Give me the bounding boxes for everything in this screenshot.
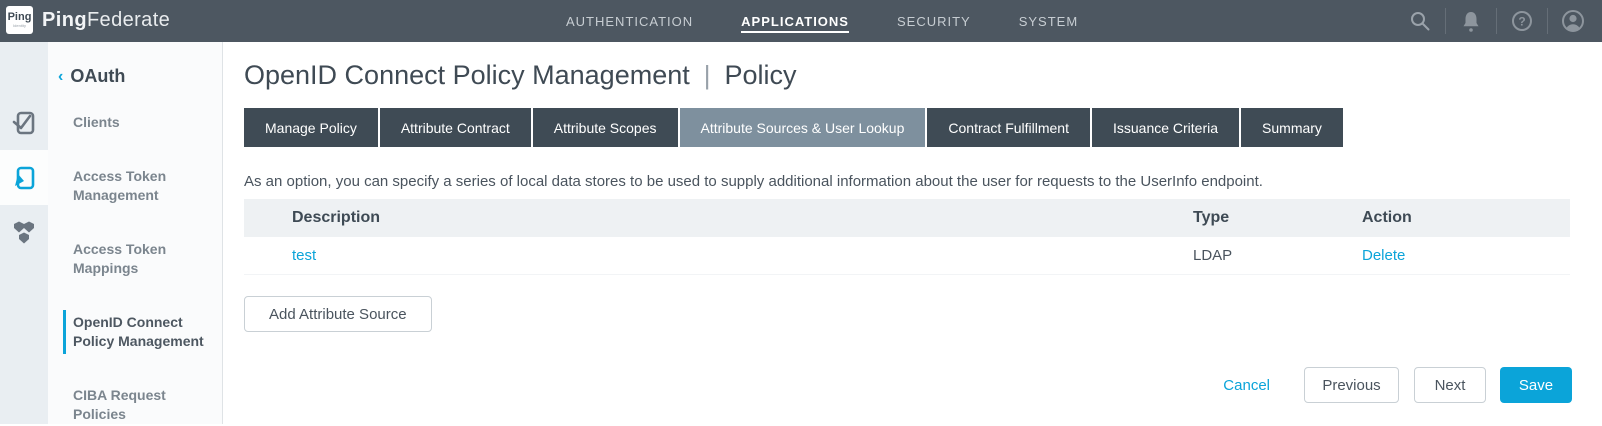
help-icon[interactable]: ? — [1509, 8, 1535, 34]
wizard-tabs: Manage Policy Attribute Contract Attribu… — [244, 108, 1570, 147]
nav-item-security[interactable]: SECURITY — [897, 10, 971, 33]
tab-manage-policy[interactable]: Manage Policy — [244, 108, 378, 147]
chevron-left-icon: ‹ — [58, 68, 63, 86]
tab-summary[interactable]: Summary — [1241, 108, 1343, 147]
account-avatar-icon[interactable] — [1560, 8, 1586, 34]
delete-link[interactable]: Delete — [1362, 247, 1405, 264]
save-button[interactable]: Save — [1500, 367, 1572, 403]
main-nav: AUTHENTICATION APPLICATIONS SECURITY SYS… — [566, 0, 1078, 42]
header-divider — [1547, 8, 1548, 34]
table-header-row: Description Type Action — [244, 199, 1570, 237]
rail-item-oauth[interactable] — [0, 150, 48, 205]
notifications-bell-icon[interactable] — [1458, 8, 1484, 34]
tab-contract-fulfillment[interactable]: Contract Fulfillment — [927, 108, 1090, 147]
check-square-icon — [9, 108, 39, 138]
add-attribute-source-button[interactable]: Add Attribute Source — [244, 296, 432, 332]
app-title-light: Federate — [87, 9, 170, 31]
title-divider: | — [704, 60, 711, 91]
rail-item-security[interactable] — [0, 205, 48, 260]
tab-issuance-criteria[interactable]: Issuance Criteria — [1092, 108, 1239, 147]
header-divider — [1445, 8, 1446, 34]
header-divider — [1496, 8, 1497, 34]
search-icon[interactable] — [1407, 8, 1433, 34]
sidebar-item-clients[interactable]: Clients — [48, 111, 222, 134]
top-header: Ping Identity PingFederate AUTHENTICATIO… — [0, 0, 1602, 42]
next-button[interactable]: Next — [1414, 367, 1486, 403]
logo-subtext: Identity — [13, 24, 26, 28]
page-title-main: OpenID Connect Policy Management — [244, 60, 690, 91]
tab-attribute-sources-user-lookup[interactable]: Attribute Sources & User Lookup — [680, 108, 926, 147]
rail-item-sp-connections[interactable] — [0, 95, 48, 150]
column-header-type: Type — [1193, 209, 1362, 227]
sidebar-icon-rail — [0, 42, 48, 424]
nav-item-applications[interactable]: APPLICATIONS — [741, 10, 849, 33]
tab-attribute-contract[interactable]: Attribute Contract — [380, 108, 531, 147]
cancel-link[interactable]: Cancel — [1223, 377, 1270, 394]
logo-text: Ping — [8, 12, 32, 23]
sidebar-item-access-token-mappings[interactable]: Access Token Mappings — [48, 238, 222, 280]
main-content: OpenID Connect Policy Management | Polic… — [224, 42, 1602, 424]
wizard-footer: Cancel Previous Next Save — [1223, 367, 1572, 403]
attribute-sources-table: Description Type Action test LDAP Delete — [244, 199, 1570, 275]
pen-square-icon — [9, 163, 39, 193]
table-row: test LDAP Delete — [244, 237, 1570, 275]
page-title-step: Policy — [725, 60, 797, 91]
attribute-source-type: LDAP — [1193, 247, 1362, 264]
sidebar-item-openid-connect-policy-management[interactable]: OpenID Connect Policy Management — [48, 311, 222, 353]
ping-identity-logo: Ping Identity — [6, 6, 33, 34]
attribute-source-link[interactable]: test — [292, 247, 316, 264]
app-title-bold: Ping — [42, 9, 87, 31]
nav-item-authentication[interactable]: AUTHENTICATION — [566, 10, 693, 33]
shields-icon — [10, 219, 38, 247]
sidebar-item-ciba-request-policies[interactable]: CIBA Request Policies — [48, 384, 222, 426]
column-header-description: Description — [244, 209, 1193, 227]
previous-button[interactable]: Previous — [1304, 367, 1399, 403]
svg-text:?: ? — [1518, 15, 1525, 29]
header-icon-group: ? — [1407, 0, 1586, 42]
column-header-action: Action — [1362, 209, 1570, 227]
sidebar-menu: ‹ OAuth Clients Access Token Management … — [48, 42, 223, 424]
tab-attribute-scopes[interactable]: Attribute Scopes — [533, 108, 678, 147]
nav-item-system[interactable]: SYSTEM — [1019, 10, 1078, 33]
sidebar-back-oauth[interactable]: ‹ OAuth — [48, 66, 222, 87]
sidebar-section-title: OAuth — [70, 66, 125, 87]
page-title: OpenID Connect Policy Management | Polic… — [244, 60, 1570, 91]
app-title: PingFederate — [42, 9, 170, 32]
sidebar-item-access-token-management[interactable]: Access Token Management — [48, 165, 222, 207]
page-description: As an option, you can specify a series o… — [244, 173, 1570, 190]
